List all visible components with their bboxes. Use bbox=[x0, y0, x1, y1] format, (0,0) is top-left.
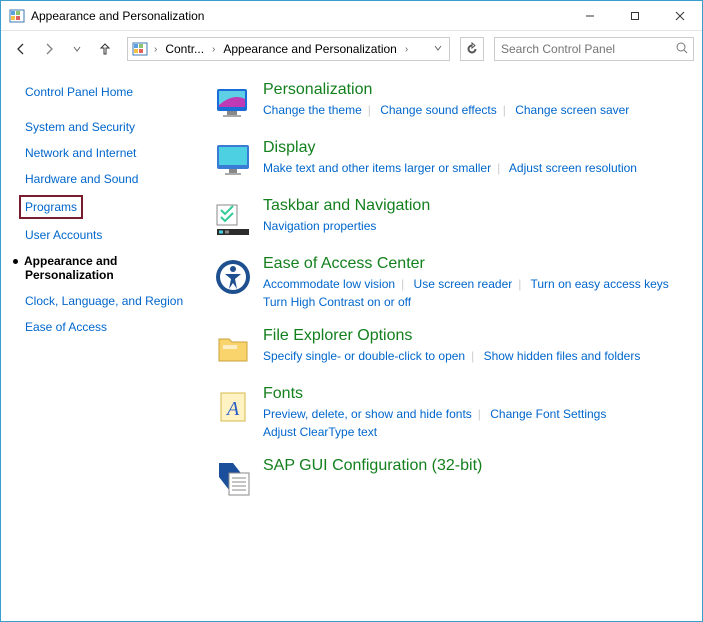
sidebar-item-hardware-sound[interactable]: Hardware and Sound bbox=[25, 169, 201, 189]
sidebar-item-label: Appearance and Personalization bbox=[24, 254, 117, 282]
chevron-right-icon[interactable]: › bbox=[403, 44, 410, 55]
close-button[interactable] bbox=[657, 1, 702, 30]
category-personalization: Personalization Change the theme| Change… bbox=[213, 81, 682, 123]
fonts-title[interactable]: Fonts bbox=[263, 385, 303, 403]
navigation-properties-link[interactable]: Navigation properties bbox=[263, 219, 376, 233]
svg-text:A: A bbox=[225, 398, 240, 420]
make-text-larger-link[interactable]: Make text and other items larger or smal… bbox=[263, 161, 491, 175]
category-display: Display Make text and other items larger… bbox=[213, 139, 682, 181]
turn-high-contrast-link[interactable]: Turn High Contrast on or off bbox=[263, 295, 411, 309]
accommodate-low-vision-link[interactable]: Accommodate low vision bbox=[263, 277, 395, 291]
sidebar-item-system-security[interactable]: System and Security bbox=[25, 117, 201, 137]
display-title[interactable]: Display bbox=[263, 139, 315, 157]
sidebar-item-network-internet[interactable]: Network and Internet bbox=[25, 143, 201, 163]
ease-of-access-center-title[interactable]: Ease of Access Center bbox=[263, 255, 425, 273]
taskbar-navigation-title[interactable]: Taskbar and Navigation bbox=[263, 197, 430, 215]
window-title: Appearance and Personalization bbox=[31, 9, 567, 23]
change-screen-saver-link[interactable]: Change screen saver bbox=[515, 103, 629, 117]
category-taskbar-navigation: Taskbar and Navigation Navigation proper… bbox=[213, 197, 682, 239]
sidebar-item-programs[interactable]: Programs bbox=[19, 195, 83, 219]
sap-gui-icon bbox=[213, 459, 253, 499]
content-area: Personalization Change the theme| Change… bbox=[201, 67, 702, 621]
category-fonts: A Fonts Preview, delete, or show and hid… bbox=[213, 385, 682, 441]
ease-of-access-icon bbox=[213, 257, 253, 297]
show-hidden-files-link[interactable]: Show hidden files and folders bbox=[484, 349, 641, 363]
taskbar-icon bbox=[213, 199, 253, 239]
breadcrumb-dropdown[interactable] bbox=[429, 42, 447, 56]
change-sound-effects-link[interactable]: Change sound effects bbox=[380, 103, 497, 117]
turn-on-easy-access-keys-link[interactable]: Turn on easy access keys bbox=[531, 277, 669, 291]
use-screen-reader-link[interactable]: Use screen reader bbox=[414, 277, 513, 291]
sidebar-item-ease-of-access[interactable]: Ease of Access bbox=[25, 317, 201, 337]
sidebar: Control Panel Home System and Security N… bbox=[1, 67, 201, 621]
change-font-settings-link[interactable]: Change Font Settings bbox=[490, 407, 606, 421]
category-sap-gui: SAP GUI Configuration (32-bit) bbox=[213, 457, 682, 499]
search-icon bbox=[675, 41, 689, 58]
recent-dropdown[interactable] bbox=[65, 37, 89, 61]
breadcrumb-current[interactable]: Appearance and Personalization bbox=[219, 40, 400, 58]
forward-button bbox=[37, 37, 61, 61]
maximize-button[interactable] bbox=[612, 1, 657, 30]
adjust-resolution-link[interactable]: Adjust screen resolution bbox=[509, 161, 637, 175]
preview-delete-fonts-link[interactable]: Preview, delete, or show and hide fonts bbox=[263, 407, 472, 421]
adjust-cleartype-link[interactable]: Adjust ClearType text bbox=[263, 425, 377, 439]
up-button[interactable] bbox=[93, 37, 117, 61]
sidebar-item-user-accounts[interactable]: User Accounts bbox=[25, 225, 201, 245]
breadcrumb-icon bbox=[132, 41, 148, 57]
personalization-icon bbox=[213, 83, 253, 123]
minimize-button[interactable] bbox=[567, 1, 612, 30]
display-icon bbox=[213, 141, 253, 181]
specify-click-link[interactable]: Specify single- or double-click to open bbox=[263, 349, 465, 363]
search-input[interactable] bbox=[499, 41, 689, 57]
chevron-right-icon[interactable]: › bbox=[210, 44, 217, 55]
sidebar-item-appearance-personalization: Appearance and Personalization bbox=[25, 251, 201, 285]
titlebar: Appearance and Personalization bbox=[1, 1, 702, 31]
back-button[interactable] bbox=[9, 37, 33, 61]
breadcrumb-bar[interactable]: › Contr... › Appearance and Personalizat… bbox=[127, 37, 450, 61]
chevron-right-icon[interactable]: › bbox=[152, 44, 159, 55]
refresh-button[interactable] bbox=[460, 37, 484, 61]
personalization-title[interactable]: Personalization bbox=[263, 81, 372, 99]
control-panel-home-link[interactable]: Control Panel Home bbox=[25, 85, 201, 99]
category-ease-of-access: Ease of Access Center Accommodate low vi… bbox=[213, 255, 682, 311]
file-explorer-options-icon bbox=[213, 329, 253, 369]
control-panel-icon bbox=[9, 8, 25, 24]
breadcrumb-control-panel[interactable]: Contr... bbox=[161, 40, 208, 58]
navbar: › Contr... › Appearance and Personalizat… bbox=[1, 31, 702, 67]
sidebar-item-clock-language-region[interactable]: Clock, Language, and Region bbox=[25, 291, 201, 311]
category-file-explorer-options: File Explorer Options Specify single- or… bbox=[213, 327, 682, 369]
file-explorer-options-title[interactable]: File Explorer Options bbox=[263, 327, 412, 345]
search-box[interactable] bbox=[494, 37, 694, 61]
change-theme-link[interactable]: Change the theme bbox=[263, 103, 362, 117]
fonts-icon: A bbox=[213, 387, 253, 427]
sap-gui-configuration-title[interactable]: SAP GUI Configuration (32-bit) bbox=[263, 457, 482, 475]
